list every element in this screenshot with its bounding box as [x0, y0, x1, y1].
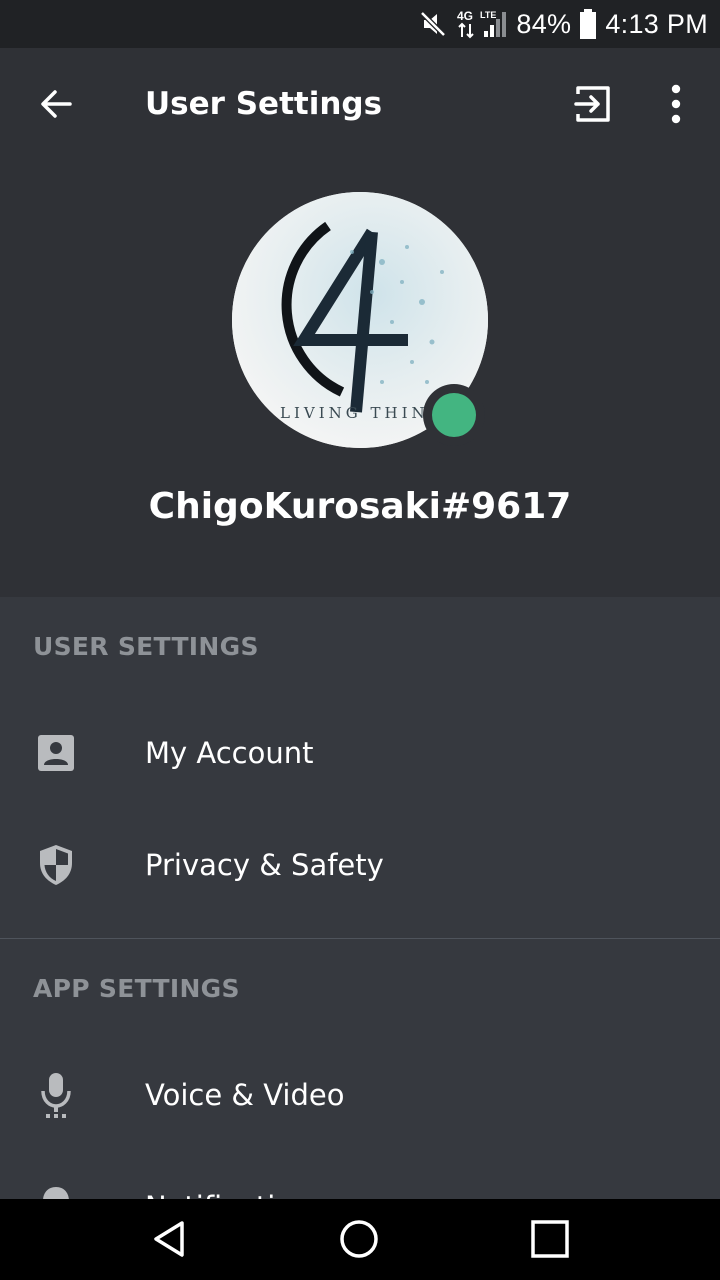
- profile-header: User Settings LIVING THING ChigoKurosaki…: [0, 48, 720, 597]
- nav-home-icon: [340, 1220, 378, 1258]
- bell-icon: [32, 1183, 80, 1199]
- settings-item-label: Privacy & Safety: [145, 848, 384, 882]
- app-bar: User Settings: [0, 48, 720, 160]
- logout-icon: [574, 86, 610, 122]
- settings-item-notifications[interactable]: Notifications: [0, 1151, 720, 1199]
- settings-item-privacy-safety[interactable]: Privacy & Safety: [0, 809, 720, 921]
- page-title: User Settings: [145, 86, 383, 122]
- network-lte-label: LTE: [480, 10, 496, 20]
- nav-home-button[interactable]: [319, 1207, 399, 1271]
- microphone-icon: [32, 1071, 80, 1119]
- settings-item-voice-video[interactable]: Voice & Video: [0, 1039, 720, 1151]
- nav-recents-button[interactable]: [510, 1207, 590, 1271]
- section-header-app-settings: APP SETTINGS: [33, 974, 240, 1003]
- nav-back-button[interactable]: [130, 1207, 210, 1271]
- shield-icon: [32, 841, 80, 889]
- nav-recents-icon: [531, 1220, 569, 1258]
- user-settings-screen: 4G LTE 84% 4:13 PM User Settings LIVING …: [0, 0, 720, 1280]
- network-4g-lte-icon: 4G LTE: [456, 8, 508, 40]
- settings-item-my-account[interactable]: My Account: [0, 697, 720, 809]
- status-bar-right: 4G LTE 84% 4:13 PM: [418, 0, 708, 48]
- settings-list[interactable]: USER SETTINGS My Account Privacy & Safet…: [0, 597, 720, 1199]
- username: ChigoKurosaki#9617: [148, 486, 572, 527]
- network-4g-label: 4G: [457, 9, 473, 23]
- account-icon: [32, 729, 80, 777]
- online-status-indicator: [423, 384, 485, 446]
- battery-percent: 84%: [516, 8, 572, 39]
- online-status-dot: [432, 393, 476, 437]
- avatar-logo-text: LIVING THING: [280, 404, 445, 422]
- clock: 4:13 PM: [605, 8, 708, 39]
- back-button[interactable]: [24, 72, 88, 136]
- more-vertical-icon: [671, 84, 681, 124]
- logout-button[interactable]: [560, 72, 624, 136]
- arrow-back-icon: [41, 90, 72, 118]
- battery-icon: [579, 9, 597, 39]
- section-divider: [0, 938, 720, 939]
- system-navigation-bar: [0, 1199, 720, 1280]
- section-header-user-settings: USER SETTINGS: [33, 632, 259, 661]
- settings-item-label: My Account: [145, 736, 314, 770]
- status-bar: 4G LTE 84% 4:13 PM: [0, 0, 720, 48]
- settings-item-label: Voice & Video: [145, 1078, 345, 1112]
- more-options-button[interactable]: [648, 72, 704, 136]
- mute-icon: [418, 9, 448, 39]
- nav-back-icon: [154, 1221, 184, 1257]
- settings-item-label: Notifications: [145, 1151, 327, 1199]
